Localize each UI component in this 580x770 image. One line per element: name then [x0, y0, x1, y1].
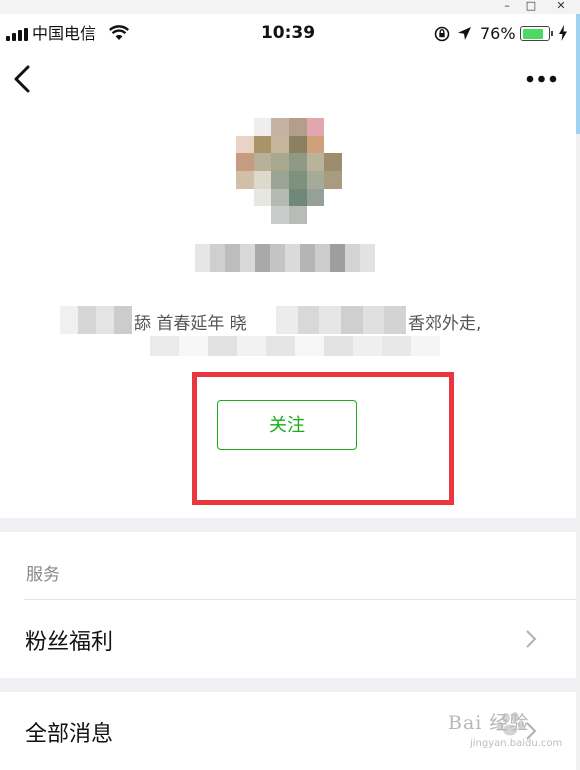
bio-line-2-redacted: [150, 336, 440, 356]
maximize-button[interactable]: □: [516, 0, 546, 13]
chevron-right-icon: [526, 630, 537, 648]
avatar: [236, 118, 342, 224]
account-name-redacted: [195, 244, 375, 272]
nav-bar: [0, 54, 576, 102]
rotation-lock-icon: [434, 26, 450, 42]
scrollbar-thumb[interactable]: [576, 14, 580, 134]
battery-icon: [520, 26, 550, 41]
status-bar: 中国电信 10:39 76%: [0, 14, 576, 54]
window-chrome: – □ ✕: [0, 0, 580, 14]
watermark-brand: Bai 经验: [448, 712, 530, 734]
bio-text-visible: 舔 首春延年 晓: [134, 314, 247, 334]
section-gap: [0, 678, 576, 692]
battery-level: [522, 28, 544, 39]
bio-text-visible-end: 香郊外走,: [408, 314, 482, 334]
more-dots-icon[interactable]: [524, 70, 560, 88]
close-button[interactable]: ✕: [546, 0, 576, 13]
menu-row-label: 粉丝福利: [25, 630, 114, 655]
bio-redacted-start: [60, 306, 132, 334]
location-icon: [458, 27, 471, 40]
charging-bolt-icon: [559, 25, 567, 41]
bio-redacted-middle: [276, 306, 407, 334]
follow-button[interactable]: 关注: [217, 400, 357, 450]
watermark-url: jingyan.baidu.com: [470, 738, 563, 749]
chevron-left-icon[interactable]: [8, 62, 36, 96]
battery-tip: [551, 31, 553, 36]
menu-row-fan-benefits[interactable]: 粉丝福利: [0, 600, 576, 678]
battery-percent: 76%: [480, 24, 516, 43]
services-section-label: 服务: [26, 565, 60, 585]
section-gap: [0, 518, 576, 532]
menu-row-label: 全部消息: [25, 722, 114, 747]
